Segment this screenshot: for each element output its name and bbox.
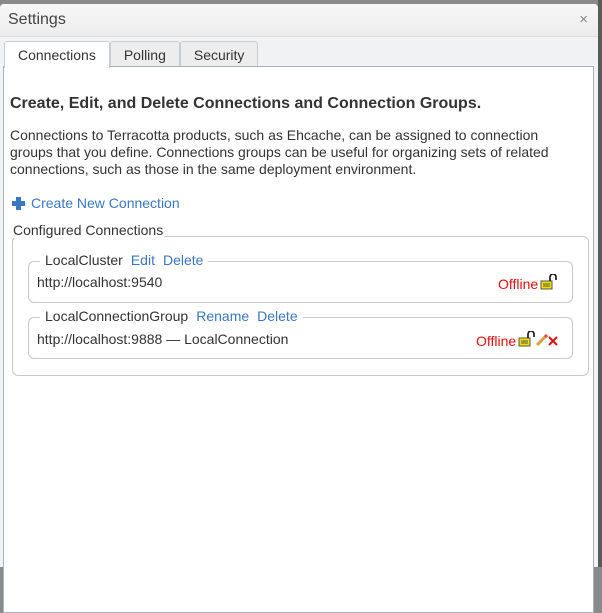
delete-link[interactable]: Delete (163, 252, 203, 268)
tab-connections[interactable]: Connections (4, 41, 110, 68)
connection-legend: LocalConnectionGroup Rename Delete (40, 308, 303, 324)
window-edge (598, 0, 602, 567)
connection-url: http://localhost:9540 (37, 274, 163, 290)
tab-polling[interactable]: Polling (109, 41, 180, 67)
description: Connections to Terracotta products, such… (10, 127, 549, 177)
connection-status: Offline (476, 330, 558, 350)
tab-security[interactable]: Security (179, 41, 259, 67)
create-connection-button[interactable]: Create New Connection (12, 195, 180, 211)
connections-panel: Create, Edit, and Delete Connections and… (3, 66, 594, 613)
connection-name: LocalCluster (45, 252, 123, 268)
page-title: Create, Edit, and Delete Connections and… (10, 95, 482, 112)
unlock-icon[interactable] (518, 330, 536, 350)
dialog-titlebar[interactable]: Settings × (0, 4, 598, 37)
connection-legend: LocalCluster Edit Delete (40, 252, 209, 268)
create-connection-label: Create New Connection (31, 195, 180, 211)
dialog-title: Settings (8, 11, 66, 28)
delete-link[interactable]: Delete (257, 308, 297, 324)
plus-icon (12, 196, 25, 210)
status-badge: Offline (498, 275, 539, 292)
delete-icon[interactable] (548, 333, 558, 349)
connection-status: Offline (498, 273, 558, 293)
tab-bar: Connections Polling Security (4, 41, 259, 68)
connection-url: http://localhost:9888 — LocalConnection (37, 331, 289, 347)
rename-link[interactable]: Rename (196, 308, 249, 324)
unlock-icon[interactable] (540, 273, 558, 293)
edit-link[interactable]: Edit (131, 252, 155, 268)
connection-name: LocalConnectionGroup (45, 308, 189, 324)
status-badge: Offline (476, 332, 517, 349)
close-icon[interactable]: × (579, 11, 588, 28)
configured-connections-legend: Configured Connections (12, 222, 165, 238)
settings-dialog: Settings × Connections Polling Security … (0, 4, 598, 613)
edit-icon[interactable] (536, 332, 549, 349)
